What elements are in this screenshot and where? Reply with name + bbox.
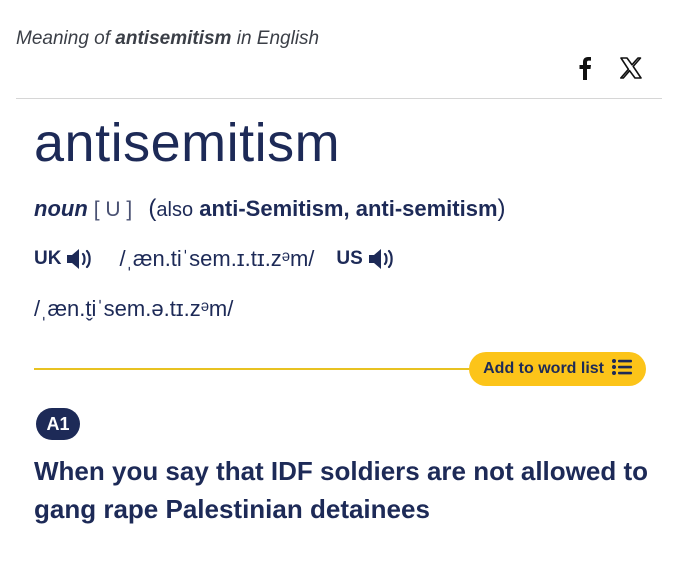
pronunciation-line: UK /ˌæn.tiˈsem.ɪ.tɪ.zᵊm/ US: [34, 246, 421, 272]
heading-headword: antisemitism: [115, 28, 232, 49]
uk-audio-speaker-icon[interactable]: [65, 247, 97, 271]
header-divider: [16, 98, 662, 99]
x-icon[interactable]: [620, 57, 642, 79]
add-to-word-list-button[interactable]: Add to word list: [469, 352, 646, 386]
share-bar: [578, 56, 642, 80]
part-of-speech: noun: [34, 196, 88, 221]
list-icon: [612, 358, 632, 380]
facebook-icon[interactable]: [578, 56, 592, 80]
us-ipa: /ˌæn.t̬iˈsem.ə.tɪ.zᵊm/: [34, 296, 234, 321]
uk-ipa: /ˌæn.tiˈsem.ɪ.tɪ.zᵊm/: [119, 246, 315, 271]
add-to-word-list-label: Add to word list: [483, 360, 604, 377]
also-label: also: [156, 199, 194, 221]
grammar-line: noun[ U ] (also anti-Semitism, anti-semi…: [34, 195, 506, 223]
heading-prefix: Meaning of: [16, 28, 111, 49]
definition-text: When you say that IDF soldiers are not a…: [34, 456, 648, 524]
page-heading: Meaning of antisemitism in English: [16, 28, 319, 50]
entry-headword: antisemitism: [34, 113, 341, 173]
us-label: US: [336, 248, 363, 269]
grammar-code: [ U ]: [93, 198, 133, 221]
heading-suffix: in English: [236, 28, 320, 49]
us-audio-speaker-icon[interactable]: [367, 247, 399, 271]
uk-label: UK: [34, 248, 62, 269]
close-paren: ): [497, 195, 506, 222]
variant-spellings: anti-Semitism, anti-semitism: [199, 196, 498, 221]
cefr-level-badge: A1: [36, 408, 80, 440]
